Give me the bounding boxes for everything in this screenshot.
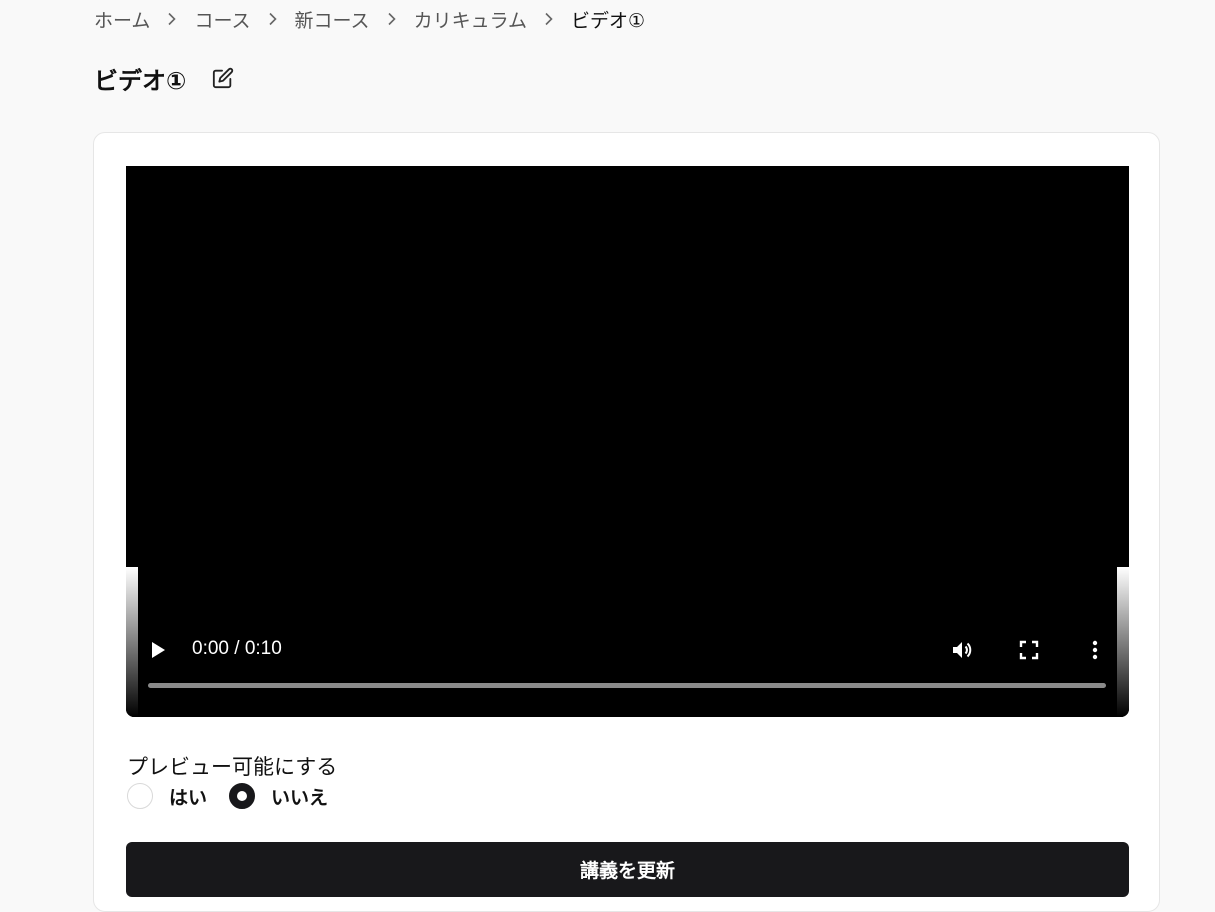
more-options-button[interactable]: [1083, 638, 1107, 662]
play-button[interactable]: [148, 640, 168, 660]
video-time: 0:00 / 0:10: [192, 638, 282, 659]
radio-no[interactable]: [229, 783, 256, 809]
volume-button[interactable]: [950, 638, 974, 662]
radio-yes-label: はい: [169, 786, 208, 809]
preview-option-no[interactable]: いいえ: [229, 783, 328, 810]
chevron-right-icon: [164, 12, 180, 26]
breadcrumb-home[interactable]: ホーム: [94, 6, 150, 33]
breadcrumb-courses[interactable]: コース: [194, 6, 250, 33]
breadcrumb-current: ビデオ①: [571, 9, 646, 32]
video-progress-bar[interactable]: [148, 683, 1106, 688]
video-player[interactable]: 0:00 / 0:10: [126, 166, 1129, 717]
breadcrumb: ホーム コース 新コース カリキュラム ビデオ①: [94, 4, 645, 34]
page-title: ビデオ①: [94, 66, 187, 95]
fullscreen-icon: [1019, 640, 1039, 660]
preview-radio-group: はい いいえ: [127, 782, 350, 810]
play-icon: [152, 642, 165, 658]
breadcrumb-curriculum[interactable]: カリキュラム: [414, 6, 527, 33]
chevron-right-icon: [265, 12, 281, 26]
more-vertical-icon: [1092, 640, 1098, 660]
video-controls: 0:00 / 0:10: [126, 632, 1129, 668]
update-lecture-button[interactable]: 講義を更新: [126, 842, 1129, 897]
edit-icon: [213, 67, 234, 89]
radio-no-label: いいえ: [271, 786, 329, 809]
edit-title-button[interactable]: [210, 65, 236, 91]
lecture-card: 0:00 / 0:10 プレビュー可能にする はい いいえ 講義を更新: [93, 132, 1160, 912]
fullscreen-button[interactable]: [1017, 638, 1041, 662]
preview-option-yes[interactable]: はい: [127, 783, 207, 810]
radio-selected-dot: [237, 791, 248, 801]
breadcrumb-new-course[interactable]: 新コース: [295, 6, 370, 33]
chevron-right-icon: [541, 12, 557, 26]
radio-yes[interactable]: [127, 783, 153, 809]
chevron-right-icon: [384, 12, 400, 26]
volume-icon: [953, 642, 972, 658]
preview-label: プレビュー可能にする: [127, 755, 338, 779]
title-row: ビデオ①: [94, 58, 236, 98]
